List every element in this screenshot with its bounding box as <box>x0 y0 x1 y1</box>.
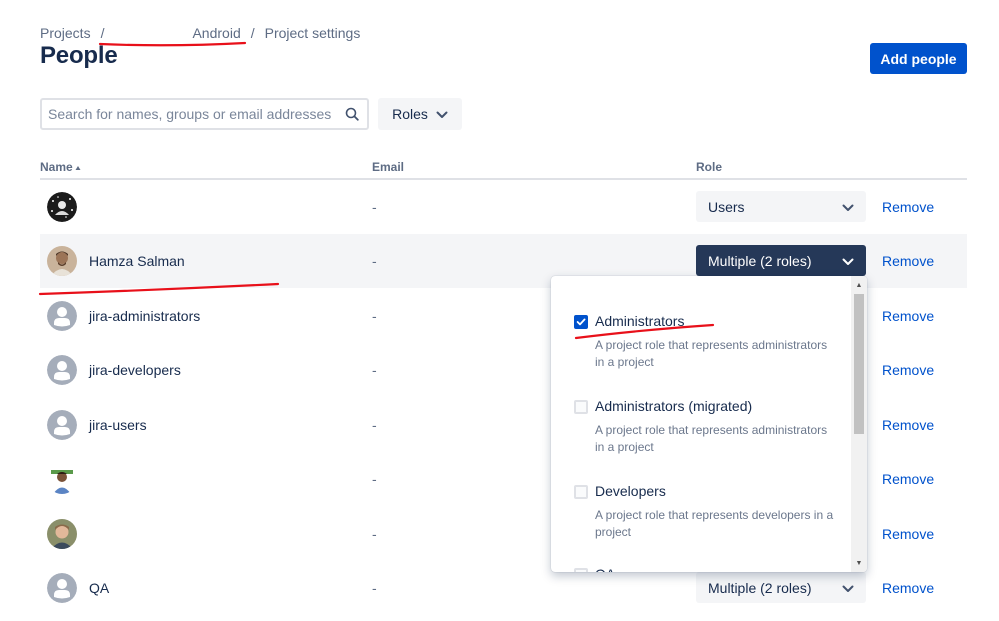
person-email: - <box>372 526 377 542</box>
remove-link[interactable]: Remove <box>882 343 934 397</box>
role-option-description: A project role that represents administr… <box>595 423 828 454</box>
role-option-description: A project role that represents administr… <box>595 338 828 369</box>
person-name: jira-developers <box>89 362 181 378</box>
search-icon[interactable] <box>337 107 367 121</box>
sort-ascending-icon <box>75 160 81 174</box>
page-title: People <box>40 42 118 69</box>
remove-link[interactable]: Remove <box>882 289 934 343</box>
role-select[interactable]: Users <box>696 191 866 222</box>
add-people-button[interactable]: Add people <box>870 43 967 74</box>
role-option-label: Administrators <box>595 313 685 329</box>
dropdown-scrollbar[interactable]: ▲ ▼ <box>851 276 867 572</box>
remove-link[interactable]: Remove <box>882 180 934 234</box>
chevron-down-icon <box>436 106 448 122</box>
person-email: - <box>372 362 377 378</box>
person-email: - <box>372 471 377 487</box>
role-select[interactable]: Multiple (2 roles) <box>696 572 866 603</box>
breadcrumb: Projects / Android / Project settings <box>40 24 360 42</box>
person-name: jira-users <box>89 417 147 433</box>
person-name: jira-administrators <box>89 308 201 324</box>
photo-avatar <box>47 464 77 494</box>
remove-link[interactable]: Remove <box>882 398 934 452</box>
person-name: Hamza Salman <box>89 253 185 269</box>
search-input[interactable] <box>42 106 337 122</box>
remove-link[interactable]: Remove <box>882 507 934 561</box>
breadcrumb-separator: / <box>250 25 255 41</box>
breadcrumb-projects-link[interactable]: Projects <box>40 25 91 41</box>
photo-avatar <box>47 519 77 549</box>
person-email: - <box>372 308 377 324</box>
photo-avatar <box>47 246 77 276</box>
breadcrumb-settings-link[interactable]: Project settings <box>265 25 361 41</box>
group-avatar <box>47 301 77 331</box>
scroll-up-arrow-icon[interactable]: ▲ <box>851 278 867 292</box>
remove-link[interactable]: Remove <box>882 452 934 506</box>
role-dropdown-menu: Administrators A project role that repre… <box>551 276 867 572</box>
breadcrumb-project-link[interactable]: Android <box>192 25 240 41</box>
role-option-label: Developers <box>595 483 666 499</box>
dark-pattern-avatar <box>47 192 77 222</box>
scroll-thumb[interactable] <box>854 294 864 434</box>
chevron-down-icon <box>842 580 854 596</box>
search-field <box>40 98 369 130</box>
roles-filter-button[interactable]: Roles <box>378 98 462 130</box>
person-email: - <box>372 253 377 269</box>
checkbox[interactable] <box>574 400 588 414</box>
person-email: - <box>372 199 377 215</box>
roles-filter-label: Roles <box>392 106 428 122</box>
name-column-header[interactable]: Name <box>40 160 81 174</box>
group-avatar <box>47 573 77 603</box>
breadcrumb-separator: / <box>100 25 105 41</box>
checkbox[interactable] <box>574 568 588 572</box>
annotation-underline-project <box>98 41 247 47</box>
role-column-header: Role <box>696 160 723 174</box>
chevron-down-icon <box>842 253 854 269</box>
scroll-down-arrow-icon[interactable]: ▼ <box>851 556 867 570</box>
role-option-label: QA <box>595 566 615 572</box>
table-row: - Users Remove <box>40 180 967 234</box>
remove-link[interactable]: Remove <box>882 234 934 288</box>
person-email: - <box>372 417 377 433</box>
role-option-label: Administrators (migrated) <box>595 398 753 414</box>
chevron-down-icon <box>842 199 854 215</box>
email-column-header: Email <box>372 160 405 174</box>
role-select[interactable]: Multiple (2 roles) <box>696 245 866 276</box>
person-name: QA <box>89 580 110 596</box>
group-avatar <box>47 355 77 385</box>
checkbox[interactable] <box>574 485 588 499</box>
role-option-description: A project role that represents developer… <box>595 508 834 539</box>
checkbox-checked[interactable] <box>574 315 588 329</box>
person-email: - <box>372 580 377 596</box>
group-avatar <box>47 410 77 440</box>
remove-link[interactable]: Remove <box>882 561 934 615</box>
